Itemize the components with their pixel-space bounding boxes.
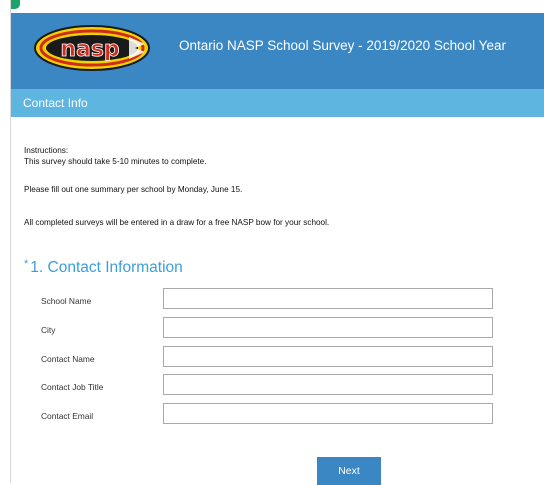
- school-name-label: School Name: [41, 296, 92, 306]
- logo-wordmark: nasp: [60, 37, 119, 62]
- city-label: City: [41, 325, 56, 335]
- city-input[interactable]: [163, 317, 493, 338]
- survey-page: nasp Ontario NASP School Survey - 2019/2…: [10, 0, 544, 485]
- contact-job-title-input[interactable]: [163, 374, 493, 395]
- contact-email-input[interactable]: [163, 403, 493, 424]
- next-button[interactable]: Next: [317, 457, 381, 485]
- required-asterisk: *: [24, 258, 29, 270]
- page-title-bar: Contact Info: [11, 89, 544, 117]
- instructions-line-3: All completed surveys will be entered in…: [24, 218, 330, 227]
- contact-name-input[interactable]: [163, 346, 493, 367]
- contact-job-title-label: Contact Job Title: [41, 382, 104, 392]
- instructions-heading: Instructions:: [24, 146, 69, 155]
- browser-corner-mark: [11, 0, 20, 9]
- question-title: * 1. Contact Information: [24, 258, 183, 277]
- survey-header: nasp Ontario NASP School Survey - 2019/2…: [11, 13, 544, 89]
- page-title: Contact Info: [23, 96, 88, 110]
- nasp-logo: nasp: [34, 25, 150, 71]
- school-name-input[interactable]: [163, 288, 493, 309]
- survey-title: Ontario NASP School Survey - 2019/2020 S…: [179, 38, 506, 53]
- question-title-text: 1. Contact Information: [30, 259, 183, 276]
- contact-name-label: Contact Name: [41, 354, 95, 364]
- instructions-line-2: Please fill out one summary per school b…: [24, 185, 243, 194]
- contact-email-label: Contact Email: [41, 411, 94, 421]
- instructions-line-1: This survey should take 5-10 minutes to …: [24, 157, 207, 166]
